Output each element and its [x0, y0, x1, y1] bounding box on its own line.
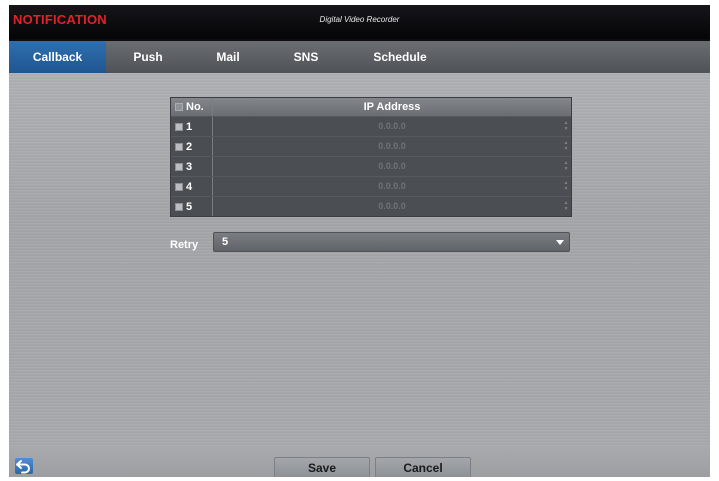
row-checkbox[interactable] — [175, 202, 183, 211]
callback-panel: No. IP Address 1 0.0.0.0 ▲ ▼ 2 0.0.0.0 ▲… — [9, 73, 710, 446]
row-number: 4 — [186, 180, 193, 193]
ip-address-value: 0.0.0.0 — [378, 181, 406, 191]
header-ip-address: IP Address — [213, 98, 571, 116]
ip-address-field[interactable]: 0.0.0.0 ▲ ▼ — [213, 177, 571, 196]
callback-ip-table: No. IP Address 1 0.0.0.0 ▲ ▼ 2 0.0.0.0 ▲… — [170, 97, 572, 217]
ip-address-field[interactable]: 0.0.0.0 ▲ ▼ — [213, 137, 571, 156]
title-bar: NOTIFICATION Digital Video Recorder — [9, 5, 710, 39]
stepper-icon[interactable]: ▲ ▼ — [563, 180, 569, 192]
ip-address-value: 0.0.0.0 — [378, 201, 406, 211]
row-number: 2 — [186, 140, 193, 153]
ip-address-value: 0.0.0.0 — [378, 161, 406, 171]
table-row: 2 0.0.0.0 ▲ ▼ — [171, 136, 571, 156]
tab-mail[interactable]: Mail — [199, 41, 257, 73]
tab-schedule[interactable]: Schedule — [359, 41, 441, 73]
back-arrow-icon — [16, 460, 30, 474]
row-number: 3 — [186, 160, 193, 173]
row-number-cell: 3 — [171, 157, 213, 176]
table-row: 5 0.0.0.0 ▲ ▼ — [171, 196, 571, 216]
tab-push[interactable]: Push — [116, 41, 180, 73]
cancel-button[interactable]: Cancel — [375, 457, 471, 477]
stepper-icon[interactable]: ▲ ▼ — [563, 200, 569, 212]
device-name: Digital Video Recorder — [319, 15, 400, 24]
table-row: 4 0.0.0.0 ▲ ▼ — [171, 176, 571, 196]
back-button[interactable] — [15, 458, 33, 474]
retry-label: Retry — [170, 239, 199, 251]
retry-value: 5 — [222, 236, 229, 248]
bottom-bar: Save Cancel — [9, 446, 710, 477]
table-row: 1 0.0.0.0 ▲ ▼ — [171, 116, 571, 136]
header-no-label: No. — [186, 101, 204, 113]
select-all-checkbox[interactable] — [175, 103, 183, 111]
table-row: 3 0.0.0.0 ▲ ▼ — [171, 156, 571, 176]
row-checkbox[interactable] — [175, 122, 183, 131]
row-number: 1 — [186, 120, 193, 133]
chevron-down-icon — [556, 240, 564, 245]
row-checkbox[interactable] — [175, 162, 183, 171]
ip-address-value: 0.0.0.0 — [378, 121, 406, 131]
stepper-icon[interactable]: ▲ ▼ — [563, 120, 569, 132]
save-button[interactable]: Save — [274, 457, 370, 477]
ip-address-field[interactable]: 0.0.0.0 ▲ ▼ — [213, 117, 571, 136]
row-number: 5 — [186, 200, 193, 213]
ip-address-field[interactable]: 0.0.0.0 ▲ ▼ — [213, 197, 571, 216]
ip-address-value: 0.0.0.0 — [378, 141, 406, 151]
row-number-cell: 5 — [171, 197, 213, 216]
tab-callback[interactable]: Callback — [9, 41, 106, 73]
row-checkbox[interactable] — [175, 142, 183, 151]
ip-address-field[interactable]: 0.0.0.0 ▲ ▼ — [213, 157, 571, 176]
stepper-icon[interactable]: ▲ ▼ — [563, 160, 569, 172]
stepper-icon[interactable]: ▲ ▼ — [563, 140, 569, 152]
table-header: No. IP Address — [171, 98, 571, 116]
notification-window: NOTIFICATION Digital Video Recorder Call… — [9, 5, 710, 477]
row-number-cell: 1 — [171, 117, 213, 136]
header-no: No. — [171, 98, 213, 116]
row-number-cell: 4 — [171, 177, 213, 196]
row-number-cell: 2 — [171, 137, 213, 156]
tab-bar: Callback Push Mail SNS Schedule — [9, 41, 710, 73]
row-checkbox[interactable] — [175, 182, 183, 191]
retry-dropdown[interactable]: 5 — [213, 232, 570, 252]
tab-sns[interactable]: SNS — [277, 41, 335, 73]
